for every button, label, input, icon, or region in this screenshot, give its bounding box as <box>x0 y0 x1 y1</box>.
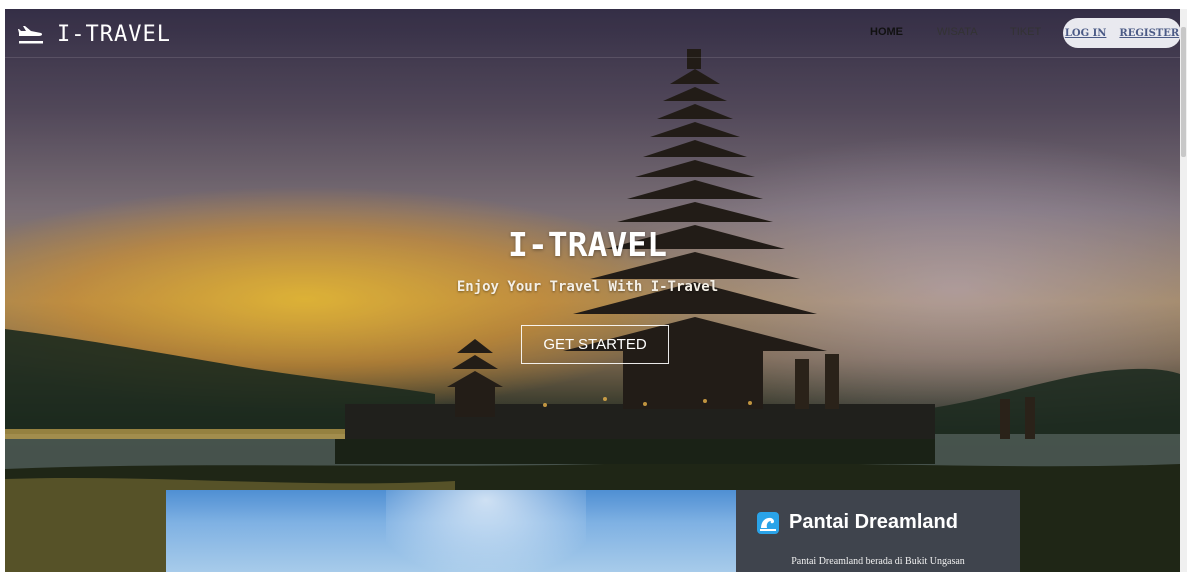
hero-subtitle: Enjoy Your Travel With I-Travel <box>456 279 719 295</box>
hero-title: I-TRAVEL <box>508 225 667 264</box>
destination-card: Pantai Dreamland Pantai Dreamland berada… <box>736 490 1020 572</box>
destination-title-text: Pantai Dreamland <box>789 511 958 533</box>
scrollbar-thumb[interactable] <box>1181 27 1186 157</box>
login-link[interactable]: LOG IN <box>1065 28 1107 39</box>
wave-icon <box>757 511 779 534</box>
brand-logo[interactable]: I-TRAVEL <box>17 22 171 47</box>
brand-name: I-TRAVEL <box>57 22 171 47</box>
nav-home[interactable]: HOME <box>870 26 903 38</box>
top-navbar: I-TRAVEL HOME WISATA TIKET LOG IN REGIST… <box>5 9 1181 58</box>
destination-image <box>166 490 736 572</box>
airplane-icon <box>18 25 43 43</box>
page: I-TRAVEL HOME WISATA TIKET LOG IN REGIST… <box>0 0 1187 572</box>
auth-pill: LOG IN REGISTER <box>1063 18 1181 48</box>
get-started-button[interactable]: GET STARTED <box>521 325 669 364</box>
destination-description: Pantai Dreamland berada di Bukit Ungasan <box>791 556 965 567</box>
register-link[interactable]: REGISTER <box>1119 28 1179 39</box>
destination-title: Pantai Dreamland <box>757 511 958 534</box>
nav-tiket[interactable]: TIKET <box>1010 26 1041 38</box>
page-scrollbar[interactable] <box>1180 9 1187 572</box>
nav-wisata[interactable]: WISATA <box>937 26 978 38</box>
